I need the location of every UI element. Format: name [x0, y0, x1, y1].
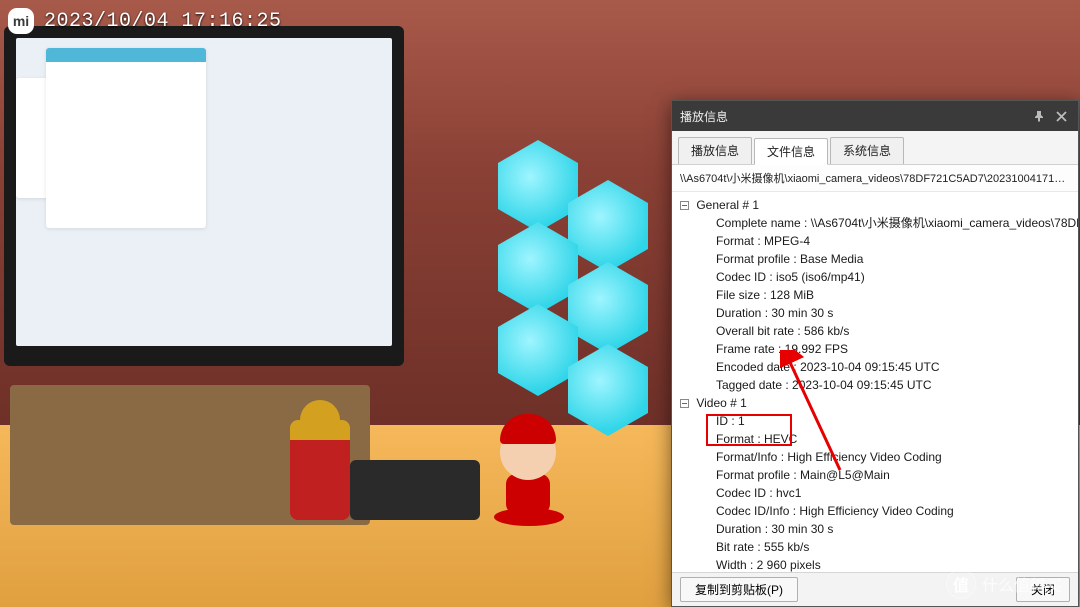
close-icon[interactable]: [1052, 107, 1070, 125]
media-info-tree[interactable]: General # 1 Complete name : \\As6704t\小米…: [672, 192, 1078, 572]
mi-logo-icon: mi: [8, 8, 34, 34]
window-title: 播放信息: [680, 108, 1026, 125]
smzdm-watermark: 值 什么值得买: [946, 569, 1062, 599]
window-titlebar[interactable]: 播放信息: [672, 101, 1078, 131]
pin-icon[interactable]: [1030, 107, 1048, 125]
tree-node-video[interactable]: Video # 1: [696, 396, 747, 410]
tree-leaf[interactable]: Duration : 30 min 30 s: [672, 304, 1078, 322]
tab-playback-info[interactable]: 播放信息: [678, 137, 752, 164]
tree-leaf[interactable]: File size : 128 MiB: [672, 286, 1078, 304]
tree-leaf[interactable]: Tagged date : 2023-10-04 09:15:45 UTC: [672, 376, 1078, 394]
tree-leaf[interactable]: ID : 1: [672, 412, 1078, 430]
tree-leaf[interactable]: Format/Info : High Efficiency Video Codi…: [672, 448, 1078, 466]
tree-leaf[interactable]: Format profile : Base Media: [672, 250, 1078, 268]
tab-strip: 播放信息 文件信息 系统信息: [672, 131, 1078, 165]
tree-leaf-format-hevc[interactable]: Format : HEVC: [672, 430, 1078, 448]
tree-leaf[interactable]: Codec ID/Info : High Efficiency Video Co…: [672, 502, 1078, 520]
camera-timestamp: 2023/10/04 17:16:25: [44, 10, 282, 33]
monitor: [4, 26, 404, 366]
copy-to-clipboard-button[interactable]: 复制到剪贴板(P): [680, 577, 798, 602]
tree-leaf[interactable]: Codec ID : hvc1: [672, 484, 1078, 502]
smzdm-badge-icon: 值: [946, 569, 976, 599]
smzdm-text: 什么值得买: [982, 572, 1062, 596]
tree-leaf[interactable]: Codec ID : iso5 (iso6/mp41): [672, 268, 1078, 286]
tree-leaf[interactable]: Format profile : Main@L5@Main: [672, 466, 1078, 484]
tab-system-info[interactable]: 系统信息: [830, 137, 904, 164]
tree-leaf[interactable]: Bit rate : 555 kb/s: [672, 538, 1078, 556]
tree-leaf[interactable]: Encoded date : 2023-10-04 09:15:45 UTC: [672, 358, 1078, 376]
camera-overlay: mi 2023/10/04 17:16:25: [8, 8, 282, 34]
collapse-icon[interactable]: [680, 201, 689, 210]
tree-leaf[interactable]: Format : MPEG-4: [672, 232, 1078, 250]
tree-leaf[interactable]: Frame rate : 19.992 FPS: [672, 340, 1078, 358]
playback-info-window: 播放信息 播放信息 文件信息 系统信息 \\As6704t\小米摄像机\xiao…: [671, 100, 1079, 607]
tree-leaf[interactable]: Duration : 30 min 30 s: [672, 520, 1078, 538]
tree-leaf[interactable]: Complete name : \\As6704t\小米摄像机\xiaomi_c…: [672, 214, 1078, 232]
file-path: \\As6704t\小米摄像机\xiaomi_camera_videos\78D…: [672, 165, 1078, 192]
tab-file-info[interactable]: 文件信息: [754, 138, 828, 165]
tree-leaf[interactable]: Overall bit rate : 586 kb/s: [672, 322, 1078, 340]
tree-node-general[interactable]: General # 1: [696, 198, 759, 212]
collapse-icon[interactable]: [680, 399, 689, 408]
